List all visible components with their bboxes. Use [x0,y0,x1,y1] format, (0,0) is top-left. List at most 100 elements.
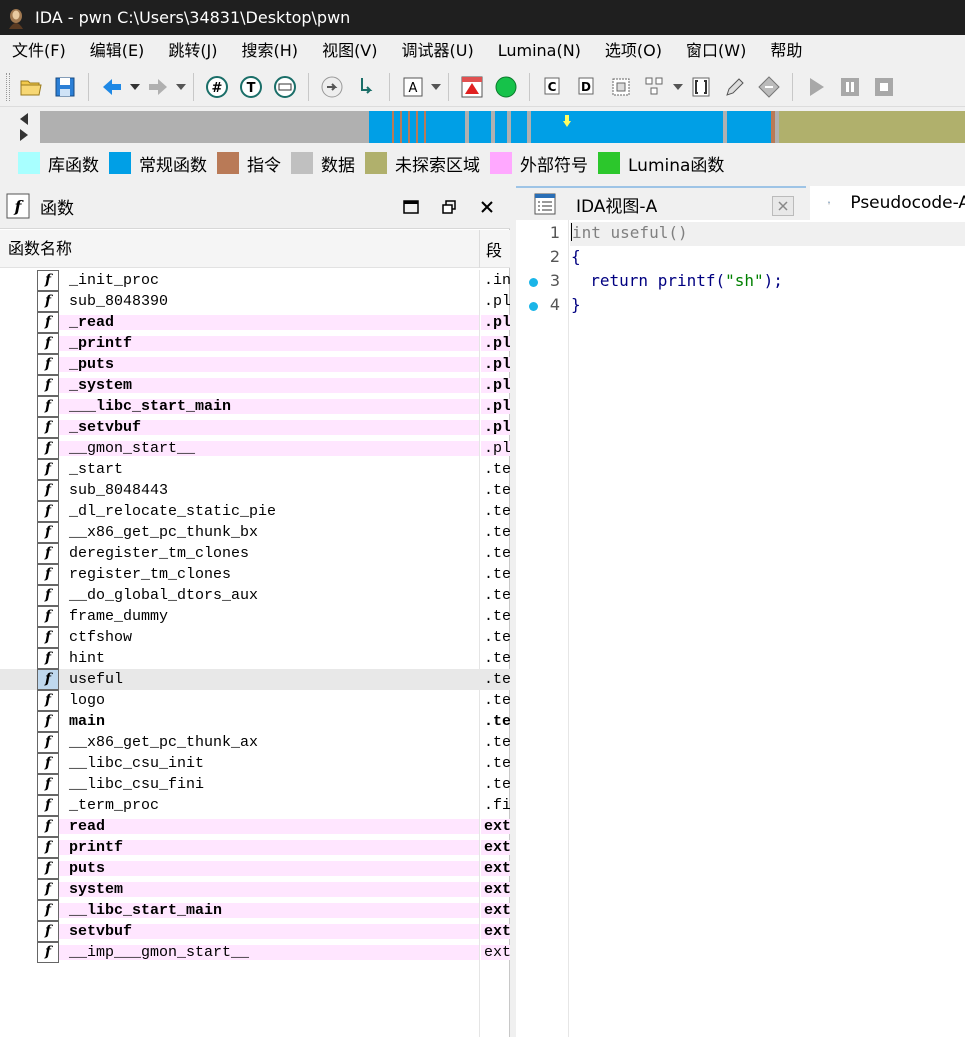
chevron-down-icon[interactable] [672,72,684,102]
breakpoint-dot-icon[interactable] [529,302,538,311]
function-name: __gmon_start__ [69,440,196,457]
bracket-icon[interactable] [686,72,716,102]
function-row[interactable]: f sub_8048390 .plt [0,291,510,312]
function-segment: .plt [484,419,510,436]
function-row[interactable]: f ___libc_start_main .plt [0,396,510,417]
code-line[interactable]: 2 { [516,246,965,270]
play-icon[interactable] [801,72,831,102]
restore-button[interactable] [434,194,464,220]
chevron-down-icon[interactable] [129,72,141,102]
function-row[interactable]: fmain .text [0,711,510,732]
code-token: printf [657,271,716,290]
green-circle-icon[interactable] [491,72,521,102]
tab-ida-view-a[interactable]: IDA视图-A [516,186,806,220]
menu-lumina[interactable]: Lumina(N) [486,35,593,67]
struct-icon[interactable] [606,72,636,102]
pause-icon[interactable] [835,72,865,102]
menu-debugger[interactable]: 调试器(U) [390,35,486,67]
function-row[interactable]: f _printf .plt [0,333,510,354]
nav-scroll-arrows-icon[interactable] [14,111,34,143]
function-row[interactable]: f __libc_start_main extern [0,900,510,921]
back-arrow-icon[interactable] [97,72,127,102]
function-row[interactable]: f __libc_csu_init .text [0,753,510,774]
code-icon[interactable]: C [538,72,568,102]
function-row[interactable]: fhint .text [0,648,510,669]
tab-close-button[interactable] [772,196,794,216]
text-view-icon[interactable]: T [236,72,266,102]
function-row[interactable]: f _init_proc .init [0,270,510,291]
menu-options[interactable]: 选项(O) [593,35,674,67]
function-row[interactable]: f _setvbuf .plt [0,417,510,438]
function-row[interactable]: fprintf extern [0,837,510,858]
toolbar-grip[interactable] [6,72,10,101]
color-triangle-icon[interactable] [457,72,487,102]
column-segment[interactable]: 段 [480,237,502,261]
chevron-down-icon[interactable] [175,72,187,102]
diamond-icon[interactable] [754,72,784,102]
menu-windows[interactable]: 窗口(W) [674,35,758,67]
function-row[interactable]: f ctfshow .text [0,627,510,648]
menu-search[interactable]: 搜索(H) [230,35,311,67]
jump-down-icon[interactable] [351,72,381,102]
function-name: __libc_csu_init [69,755,205,772]
function-row[interactable]: f _term_proc .fini [0,795,510,816]
function-row[interactable]: fuseful .text [0,669,510,690]
menu-file[interactable]: 文件(F) [0,35,78,67]
nav-segment-regular [495,111,507,143]
code-line[interactable]: 3 return printf("sh"); [516,270,965,294]
breakpoint-dot-icon[interactable] [529,278,538,287]
function-row[interactable]: fputs extern [0,858,510,879]
jump-out-icon[interactable] [317,72,347,102]
maximize-button[interactable] [396,194,426,220]
function-row[interactable]: f setvbuf extern [0,921,510,942]
save-icon[interactable] [50,72,80,102]
function-row[interactable]: f __libc_csu_fini .text [0,774,510,795]
chevron-down-icon[interactable] [430,72,442,102]
function-row[interactable]: f _read .plt [0,312,510,333]
menu-help[interactable]: 帮助 [758,35,814,67]
function-row[interactable]: f __gmon_start__ .plt [0,438,510,459]
function-row[interactable]: fsystem extern [0,879,510,900]
function-row[interactable]: flogo .text [0,690,510,711]
navigation-band[interactable] [0,107,965,145]
menu-view[interactable]: 视图(V) [310,35,389,67]
code-line[interactable]: 1 int useful() [516,222,965,246]
line-number: 4 [549,295,560,314]
edit-icon[interactable] [720,72,750,102]
function-row[interactable]: f _start .text [0,459,510,480]
function-row[interactable]: f __x86_get_pc_thunk_bx .text [0,522,510,543]
nav-band-strip[interactable] [40,111,965,143]
function-row[interactable]: f __x86_get_pc_thunk_ax .text [0,732,510,753]
function-row[interactable]: f __imp___gmon_start__ extern [0,942,510,963]
close-button[interactable] [472,194,502,220]
string-icon[interactable]: A [398,72,428,102]
function-row[interactable]: f _dl_relocate_static_pie .text [0,501,510,522]
tab-pseudocode-a[interactable]: Pseudocode-A [810,186,965,220]
menu-edit[interactable]: 编辑(E) [78,35,157,67]
forward-arrow-icon[interactable] [143,72,173,102]
function-row[interactable]: f _system .plt [0,375,510,396]
hex-view-icon[interactable]: # [202,72,232,102]
pseudocode-view[interactable]: 1 int useful() 2 { 3 return printf("sh")… [516,220,965,1037]
function-row[interactable]: f deregister_tm_clones .text [0,543,510,564]
function-row[interactable]: f __do_global_dtors_aux .text [0,585,510,606]
column-function-name[interactable]: 函数名称 [0,229,480,268]
function-row[interactable]: fread extern [0,816,510,837]
code-line[interactable]: 4 } [516,294,965,318]
stop-icon[interactable] [869,72,899,102]
nav-segment-instructions [389,111,429,143]
function-row[interactable]: f sub_8048443 .text [0,480,510,501]
menu-jump[interactable]: 跳转(J) [156,35,229,67]
listing-icon [828,201,831,205]
data-icon[interactable]: D [572,72,602,102]
function-icon: f [37,312,59,333]
function-name: _read [69,314,115,331]
function-row[interactable]: f _puts .plt [0,354,510,375]
graph-icon[interactable] [640,72,670,102]
line-number: 2 [549,247,560,266]
binary-view-icon[interactable] [270,72,300,102]
function-row[interactable]: f frame_dummy .text [0,606,510,627]
function-row[interactable]: f register_tm_clones .text [0,564,510,585]
open-folder-icon[interactable] [16,72,46,102]
function-icon: f [37,795,59,816]
